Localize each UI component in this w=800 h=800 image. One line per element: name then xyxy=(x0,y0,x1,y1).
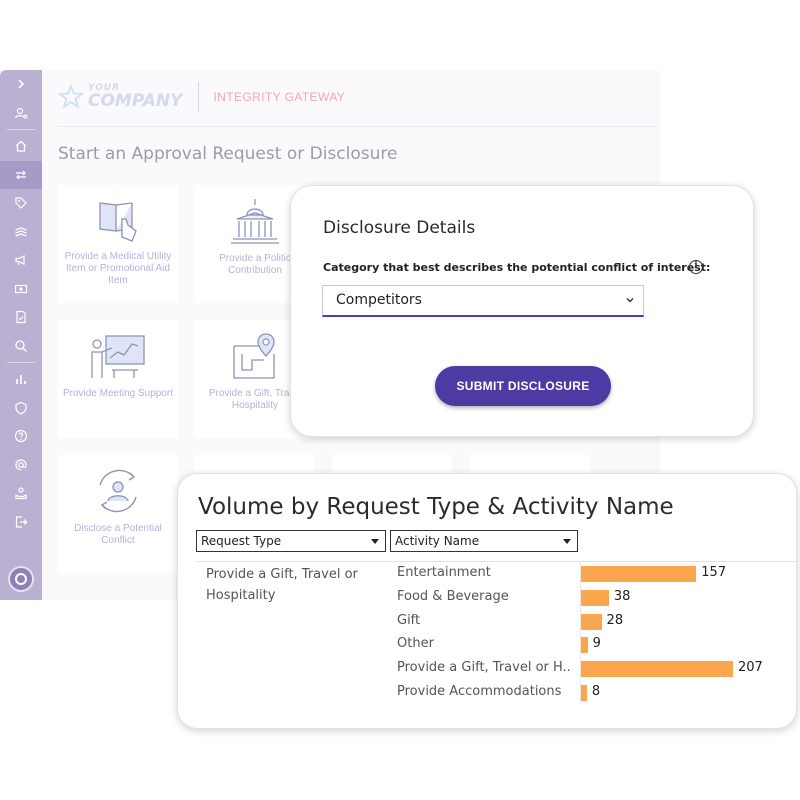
money-icon xyxy=(14,284,28,293)
layers-icon xyxy=(15,227,27,237)
chevron-right-icon xyxy=(18,79,25,89)
volume-chart-panel: Volume by Request Type & Activity Name R… xyxy=(177,473,798,729)
shield-icon xyxy=(15,401,27,415)
info-icon[interactable]: i xyxy=(689,260,703,274)
request-type-line: Provide a Gift, Travel or xyxy=(206,567,358,582)
chevron-down-icon xyxy=(626,297,634,303)
activity-label: Provide Accommodations xyxy=(397,684,562,699)
sidebar-divider xyxy=(7,129,35,130)
bar[interactable] xyxy=(581,637,588,654)
company-logo-text: YOUR COMPANY xyxy=(88,84,182,110)
user-cycle-icon xyxy=(99,469,137,513)
logo-ring-icon xyxy=(15,573,27,585)
bar[interactable] xyxy=(581,589,609,606)
table-divider xyxy=(196,561,798,562)
tile-label: Disclose a Potential Conflict xyxy=(74,523,162,546)
request-type-line: Hospitality xyxy=(206,588,276,603)
product-name: INTEGRITY GATEWAY xyxy=(213,90,346,104)
tile-medical-utility[interactable]: Provide a Medical Utility Item or Promot… xyxy=(58,185,178,303)
bar[interactable] xyxy=(581,661,733,678)
logout-icon xyxy=(15,516,28,528)
book-hand-icon xyxy=(99,202,137,242)
filter-label: Activity Name xyxy=(395,534,480,548)
presentation-icon xyxy=(91,335,145,378)
bar[interactable] xyxy=(581,613,602,630)
sidebar-item-payments[interactable] xyxy=(0,275,42,304)
search-gear-icon xyxy=(15,340,28,352)
bar-axis-line xyxy=(580,562,581,704)
sidebar-item-documents[interactable] xyxy=(0,303,42,332)
tile-label: Provide a Medical Utility Item or Promot… xyxy=(64,251,172,286)
activity-label: Entertainment xyxy=(397,565,491,580)
category-select[interactable]: Competitors xyxy=(322,285,644,317)
sidebar-item-requests[interactable] xyxy=(0,160,42,189)
tile-meeting-support[interactable]: Provide Meeting Support xyxy=(58,320,178,438)
activity-label: Gift xyxy=(397,612,421,628)
help-icon xyxy=(14,430,28,443)
user-settings-icon xyxy=(14,107,28,119)
activity-label: Other xyxy=(397,636,434,652)
capitol-building-icon xyxy=(231,199,279,244)
request-type-filter[interactable]: Request Type xyxy=(196,530,386,552)
megaphone-icon xyxy=(15,255,25,266)
category-question: Category that best describes the potenti… xyxy=(323,261,711,274)
bar-chart-icon xyxy=(16,375,26,385)
map-pin-icon xyxy=(233,333,275,379)
bar-value-label: 207 xyxy=(738,660,763,676)
star-logo-icon xyxy=(58,84,84,110)
switch-icon xyxy=(16,170,26,180)
sidebar xyxy=(0,70,42,600)
sidebar-item-logout[interactable] xyxy=(0,508,42,537)
sidebar-divider xyxy=(7,362,35,363)
sidebar-item-support[interactable] xyxy=(0,479,42,508)
expand-sidebar-button[interactable] xyxy=(0,70,42,99)
bar-value-label: 28 xyxy=(606,612,624,628)
tile-disclose-conflict[interactable]: Disclose a Potential Conflict xyxy=(58,455,178,573)
bar[interactable] xyxy=(581,685,587,701)
chart-title: Volume by Request Type & Activity Name xyxy=(198,494,674,520)
bar-value-label: 157 xyxy=(701,565,727,580)
activity-name-filter[interactable]: Activity Name xyxy=(390,530,578,552)
submit-disclosure-button[interactable]: SUBMIT DISCLOSURE xyxy=(435,366,611,406)
brand-header: YOUR COMPANY INTEGRITY GATEWAY xyxy=(58,82,345,112)
sidebar-item-announcements[interactable] xyxy=(0,246,42,275)
tile-label: Provide Meeting Support xyxy=(62,388,174,399)
caret-down-icon xyxy=(371,539,379,544)
bar-value-label: 9 xyxy=(592,636,601,652)
brand-divider xyxy=(198,82,200,112)
sidebar-item-security[interactable] xyxy=(0,394,42,423)
sidebar-item-help[interactable] xyxy=(0,422,42,451)
filter-label: Request Type xyxy=(201,534,282,548)
sidebar-item-home[interactable] xyxy=(0,132,42,161)
modal-title: Disclosure Details xyxy=(323,218,476,238)
bar[interactable] xyxy=(581,566,697,582)
page-title: Start an Approval Request or Disclosure xyxy=(58,144,398,164)
at-sign-icon xyxy=(15,459,27,471)
request-type-cell: Provide a Gift, Travel or Hospitality xyxy=(206,564,386,606)
activity-label: Provide a Gift, Travel or H.. xyxy=(397,660,571,676)
sidebar-item-contact[interactable] xyxy=(0,451,42,480)
hand-user-icon xyxy=(15,487,27,500)
app-logo-button[interactable] xyxy=(8,566,34,592)
activity-label: Food & Beverage xyxy=(397,588,509,604)
bar-value-label: 38 xyxy=(613,588,631,604)
tag-icon xyxy=(15,197,27,210)
brand-company: COMPANY xyxy=(88,91,183,111)
document-check-icon xyxy=(16,311,26,324)
sidebar-item-analytics[interactable] xyxy=(0,365,42,394)
category-select-value: Competitors xyxy=(336,292,422,308)
bar-value-label: 8 xyxy=(591,684,601,699)
disclosure-modal: Disclosure Details Category that best de… xyxy=(290,185,754,437)
caret-down-icon xyxy=(563,539,571,544)
sidebar-item-search[interactable] xyxy=(0,332,42,361)
sidebar-item-layers[interactable] xyxy=(0,218,42,247)
header-divider xyxy=(58,126,658,127)
home-icon xyxy=(15,140,27,152)
sidebar-item-tags[interactable] xyxy=(0,189,42,218)
sidebar-item-user-settings[interactable] xyxy=(0,99,42,128)
